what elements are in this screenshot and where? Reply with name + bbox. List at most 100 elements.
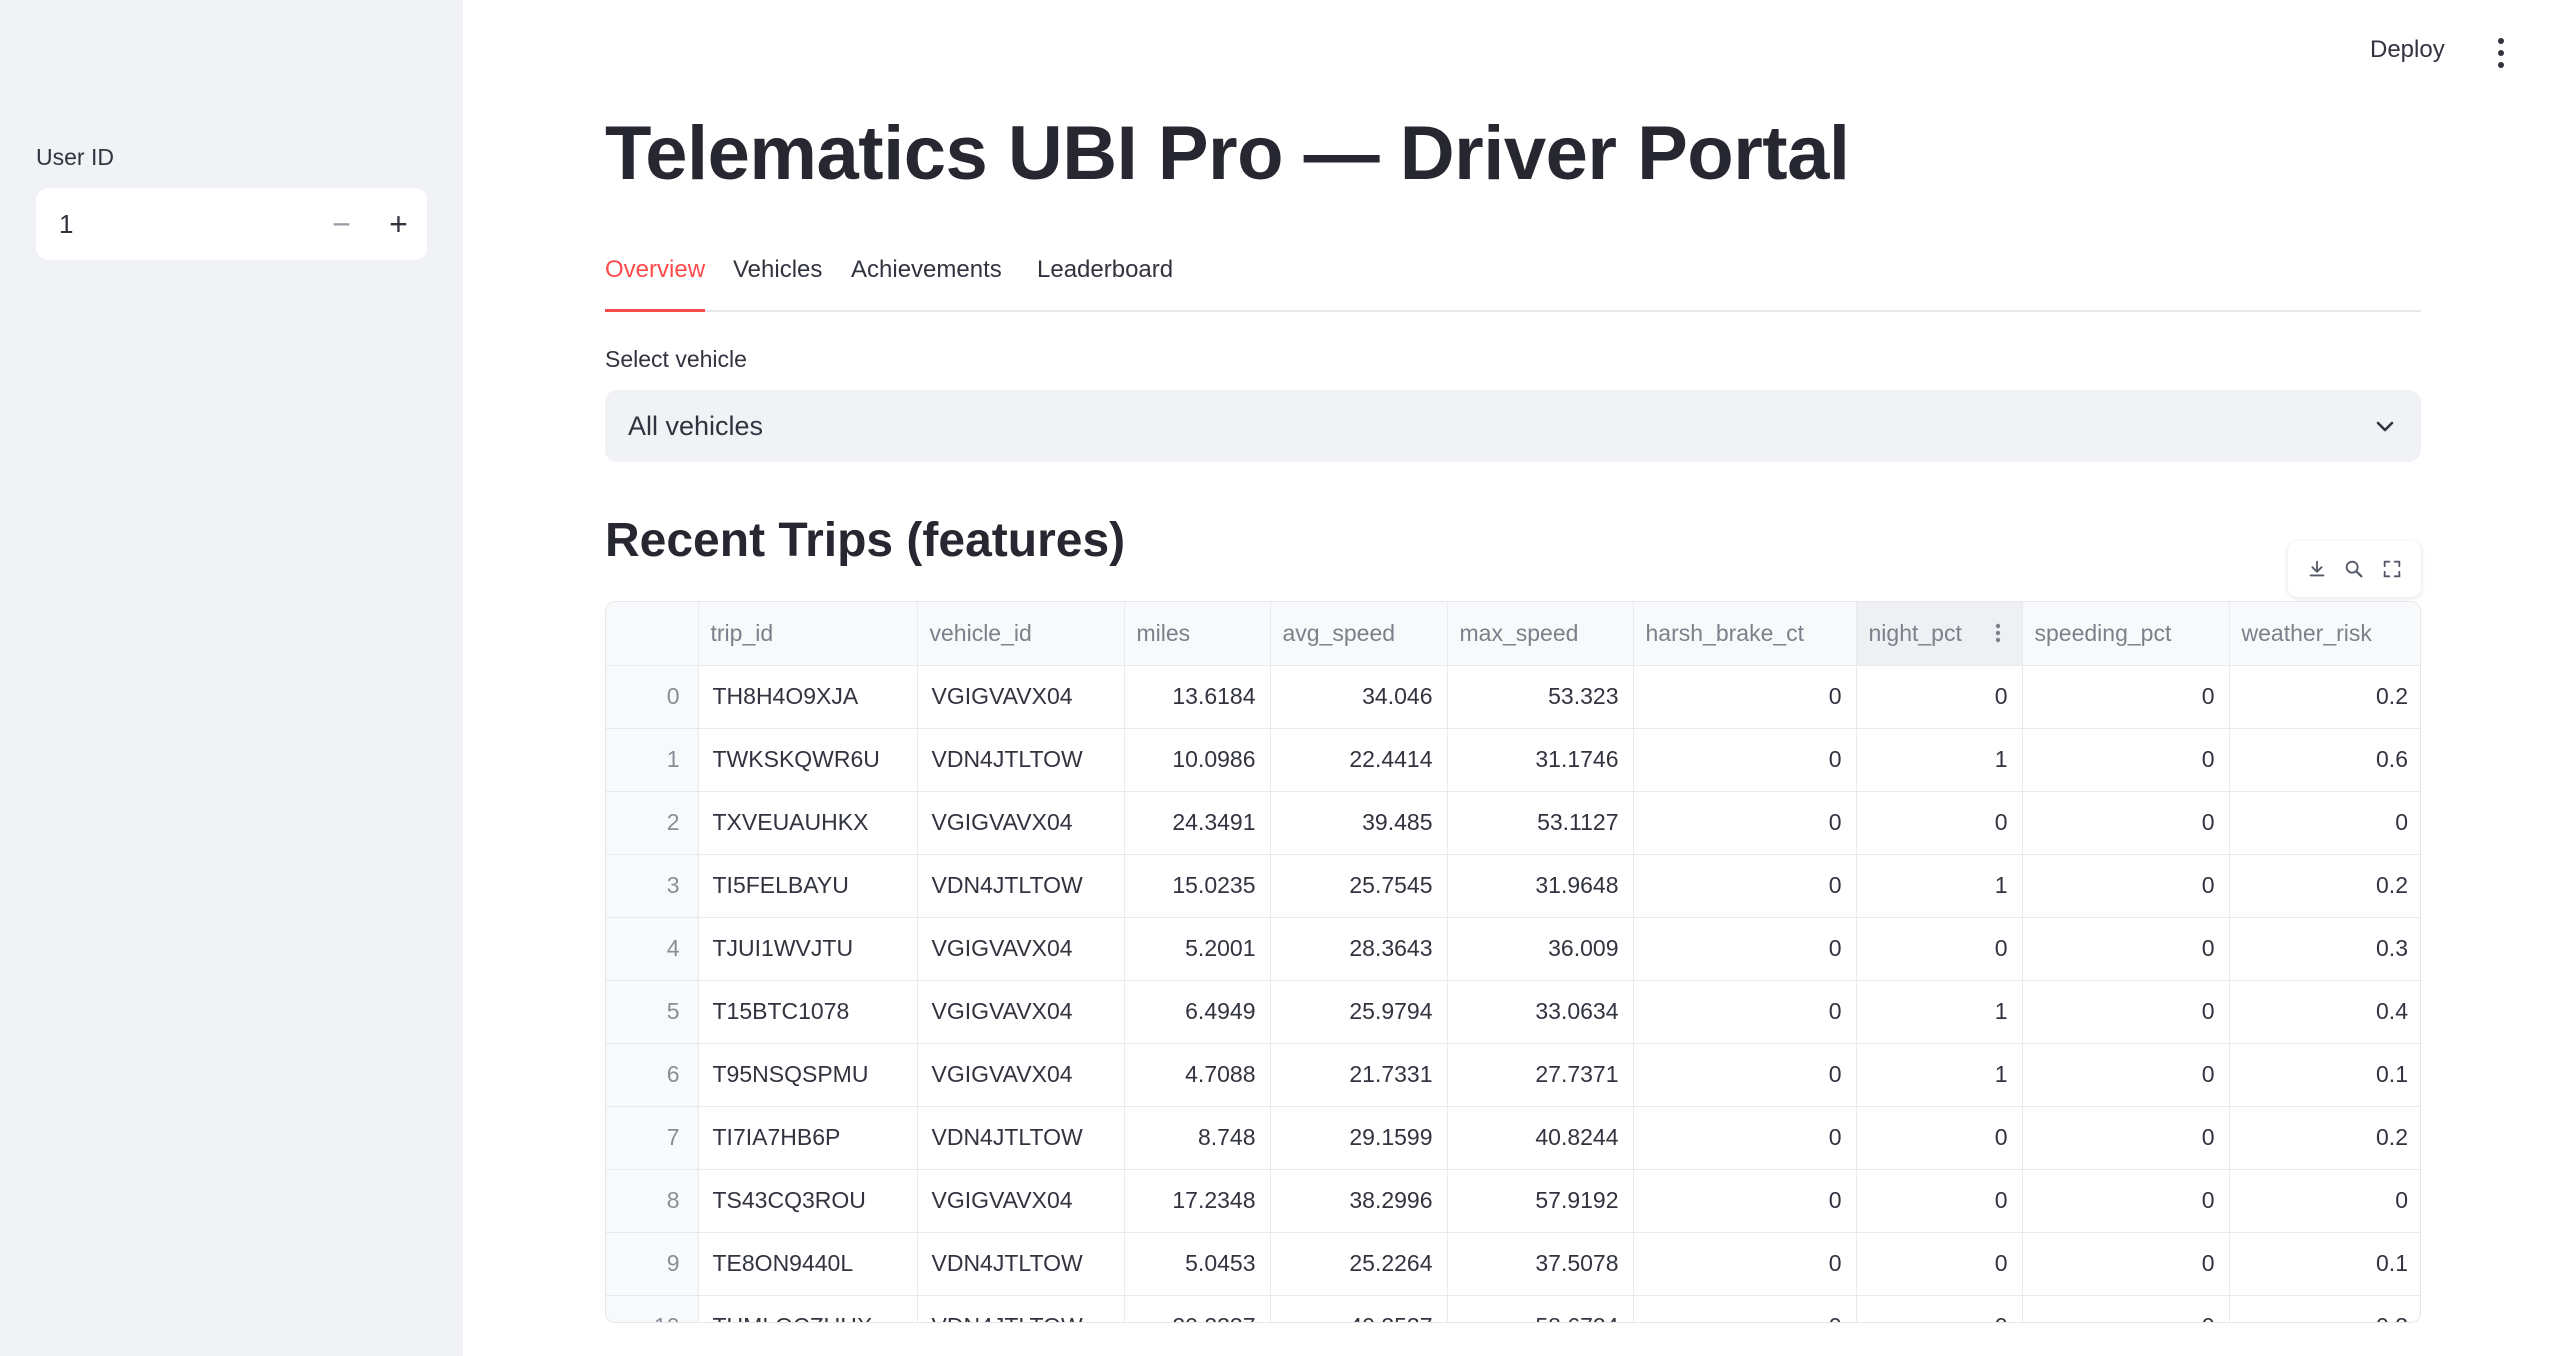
table-cell[interactable]: 0 — [1856, 1106, 2023, 1170]
table-cell[interactable]: VDN4JTLTOW — [917, 1106, 1125, 1170]
table-cell[interactable]: 20.2337 — [1124, 1295, 1271, 1322]
table-cell[interactable]: 39.485 — [1270, 791, 1448, 855]
table-cell[interactable]: 0 — [2229, 1169, 2420, 1233]
table-cell[interactable]: 36.009 — [1447, 917, 1634, 981]
table-cell[interactable]: 1 — [1856, 1043, 2023, 1107]
table-cell[interactable]: 57.9192 — [1447, 1169, 1634, 1233]
table-cell[interactable]: 25.7545 — [1270, 854, 1448, 918]
table-cell[interactable]: 0.1 — [2229, 1043, 2420, 1107]
table-cell[interactable]: 0.2 — [2229, 1106, 2420, 1170]
table-cell[interactable]: 0 — [1633, 791, 1857, 855]
table-cell[interactable]: 0.6 — [2229, 728, 2420, 792]
table-cell[interactable]: 17.2348 — [1124, 1169, 1271, 1233]
tab-vehicles[interactable]: Vehicles — [733, 256, 822, 312]
table-cell[interactable]: 0 — [2022, 1232, 2230, 1296]
table-cell[interactable]: 0 — [1633, 728, 1857, 792]
table-cell[interactable]: VDN4JTLTOW — [917, 728, 1125, 792]
table-cell[interactable]: 0 — [2022, 1106, 2230, 1170]
table-cell[interactable]: 0 — [2022, 980, 2230, 1044]
table-cell[interactable]: TWKSKQWR6U — [698, 728, 918, 792]
column-header-max-speed[interactable]: max_speed — [1447, 602, 1634, 666]
table-cell[interactable]: 0 — [1633, 665, 1857, 729]
table-cell[interactable]: 0 — [1633, 917, 1857, 981]
table-cell[interactable]: 0 — [2022, 1043, 2230, 1107]
fullscreen-icon[interactable] — [2379, 556, 2405, 582]
table-cell[interactable]: 22.4414 — [1270, 728, 1448, 792]
column-header-weather-risk[interactable]: weather_risk — [2229, 602, 2420, 666]
table-row[interactable]: 0 TH8H4O9XJA VGIGVAVX04 13.6184 34.046 53.323… — [606, 665, 2420, 729]
column-header-miles[interactable]: miles — [1124, 602, 1271, 666]
user-id-value[interactable]: 1 — [36, 209, 313, 240]
table-row[interactable]: 4 TJUI1WVJTU VGIGVAVX04 5.2001 28.3643 36.009… — [606, 917, 2420, 981]
table-cell[interactable]: 24.3491 — [1124, 791, 1271, 855]
table-cell[interactable]: 0 — [1856, 917, 2023, 981]
table-cell[interactable]: 0 — [1633, 1106, 1857, 1170]
column-header-speeding-pct[interactable]: speeding_pct — [2022, 602, 2230, 666]
table-cell[interactable]: 0 — [1856, 665, 2023, 729]
table-cell[interactable]: VDN4JTLTOW — [917, 1295, 1125, 1322]
table-row[interactable]: 2 TXVEUAUHKX VGIGVAVX04 24.3491 39.485 53.112… — [606, 791, 2420, 855]
column-header-trip-id[interactable]: trip_id — [698, 602, 918, 666]
table-cell[interactable]: 37.5078 — [1447, 1232, 1634, 1296]
table-cell[interactable]: 0.3 — [2229, 1295, 2420, 1322]
table-cell[interactable]: T95NSQSPMU — [698, 1043, 918, 1107]
table-cell[interactable]: 6.4949 — [1124, 980, 1271, 1044]
table-cell[interactable]: 0 — [1633, 1169, 1857, 1233]
table-cell[interactable]: 0 — [2022, 1295, 2230, 1322]
table-cell[interactable]: TXVEUAUHKX — [698, 791, 918, 855]
trips-table[interactable]: trip_id vehicle_id miles avg_speed max_s… — [605, 601, 2421, 1323]
table-cell[interactable]: 53.1127 — [1447, 791, 1634, 855]
column-header-harsh-brake-ct[interactable]: harsh_brake_ct — [1633, 602, 1857, 666]
table-cell[interactable]: 31.9648 — [1447, 854, 1634, 918]
table-cell[interactable]: 0 — [1633, 1043, 1857, 1107]
table-cell[interactable]: TI7IA7HB6P — [698, 1106, 918, 1170]
table-cell[interactable]: 53.323 — [1447, 665, 1634, 729]
table-cell[interactable]: TJUI1WVJTU — [698, 917, 918, 981]
table-cell[interactable]: 0.1 — [2229, 1232, 2420, 1296]
deploy-button[interactable]: Deploy — [2370, 36, 2445, 64]
table-row[interactable]: 8 TS43CQ3ROU VGIGVAVX04 17.2348 38.2996 57.91… — [606, 1169, 2420, 1233]
table-cell[interactable]: 38.2996 — [1270, 1169, 1448, 1233]
table-cell[interactable]: 31.1746 — [1447, 728, 1634, 792]
table-cell[interactable]: 28.3643 — [1270, 917, 1448, 981]
table-cell[interactable]: VGIGVAVX04 — [917, 917, 1125, 981]
table-cell[interactable]: T15BTC1078 — [698, 980, 918, 1044]
table-cell[interactable]: 1 — [1856, 728, 2023, 792]
table-cell[interactable]: 0 — [2229, 791, 2420, 855]
table-row[interactable]: 9 TE8ON9440L VDN4JTLTOW 5.0453 25.2264 37.507… — [606, 1232, 2420, 1296]
table-cell[interactable]: 0 — [1856, 1295, 2023, 1322]
table-row[interactable]: 10TUMLOCZUHXVDN4JTLTOW20.233740.353758.6… — [606, 1295, 2420, 1322]
table-cell[interactable]: 0 — [2022, 917, 2230, 981]
table-row[interactable]: 7 TI7IA7HB6P VDN4JTLTOW 8.748 29.1599 40.8244… — [606, 1106, 2420, 1170]
table-cell[interactable]: TH8H4O9XJA — [698, 665, 918, 729]
table-cell[interactable]: 0 — [1633, 1295, 1857, 1322]
table-cell[interactable]: 27.7371 — [1447, 1043, 1634, 1107]
table-cell[interactable]: 21.7331 — [1270, 1043, 1448, 1107]
table-cell[interactable]: 40.8244 — [1447, 1106, 1634, 1170]
table-cell[interactable]: 5.0453 — [1124, 1232, 1271, 1296]
table-cell[interactable]: TI5FELBAYU — [698, 854, 918, 918]
tab-overview[interactable]: Overview — [605, 256, 706, 312]
tab-leaderboard[interactable]: Leaderboard — [1037, 256, 1173, 312]
table-cell[interactable]: VGIGVAVX04 — [917, 980, 1125, 1044]
table-cell[interactable]: VGIGVAVX04 — [917, 791, 1125, 855]
table-cell[interactable]: 34.046 — [1270, 665, 1448, 729]
table-cell[interactable]: VDN4JTLTOW — [917, 1232, 1125, 1296]
table-cell[interactable]: 0.4 — [2229, 980, 2420, 1044]
table-cell[interactable]: 1 — [1856, 980, 2023, 1044]
table-cell[interactable]: 0.2 — [2229, 854, 2420, 918]
table-cell[interactable]: 0 — [2022, 791, 2230, 855]
vehicle-select[interactable]: All vehicles — [605, 390, 2421, 462]
table-row[interactable]: 5 T15BTC1078 VGIGVAVX04 6.4949 25.9794 33.063… — [606, 980, 2420, 1044]
table-cell[interactable]: 13.6184 — [1124, 665, 1271, 729]
table-cell[interactable]: 8.748 — [1124, 1106, 1271, 1170]
table-cell[interactable]: 10.0986 — [1124, 728, 1271, 792]
table-cell[interactable]: 0.3 — [2229, 917, 2420, 981]
table-cell[interactable]: 0 — [1633, 980, 1857, 1044]
tab-achievements[interactable]: Achievements — [851, 256, 1002, 312]
table-cell[interactable]: 0 — [2022, 854, 2230, 918]
search-icon[interactable] — [2341, 556, 2367, 582]
download-icon[interactable] — [2304, 556, 2330, 582]
column-header-avg-speed[interactable]: avg_speed — [1270, 602, 1448, 666]
increment-button[interactable]: + — [370, 188, 427, 260]
